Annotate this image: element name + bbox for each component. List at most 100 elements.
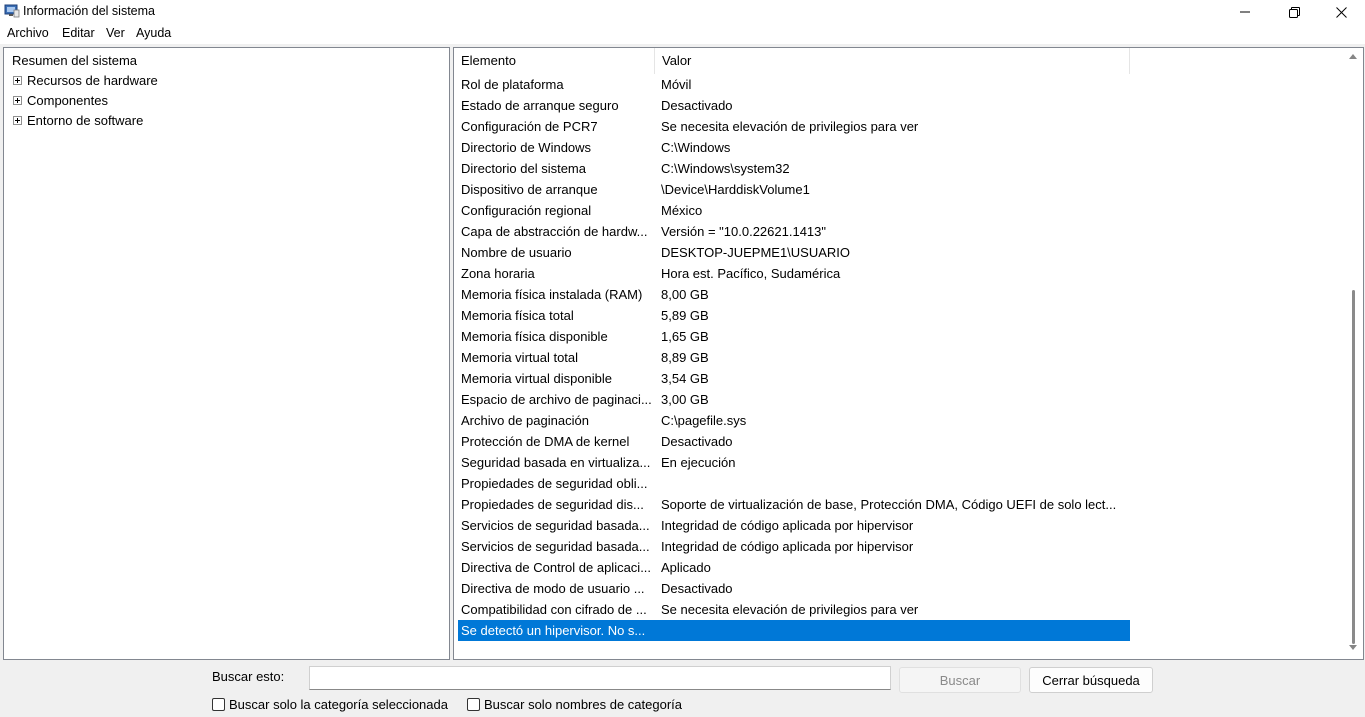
list-rows: Rol de plataforma Móvil Estado de arranque… (454, 74, 1130, 641)
tree-item-resumen[interactable]: Resumen del sistema (10, 50, 139, 70)
details-list[interactable]: Elemento Valor Rol de plataforma Móvil Est… (453, 47, 1364, 660)
expand-icon[interactable] (13, 95, 22, 105)
table-row[interactable]: Propiedades de seguridad obli... (454, 473, 1130, 494)
cell-value: \Device\HarddiskVolume1 (661, 182, 810, 197)
table-row[interactable]: Directorio del sistema C:\Windows\system3… (454, 158, 1130, 179)
table-row[interactable]: Memoria física instalada (RAM) 8,00 GB (454, 284, 1130, 305)
search-category-names-option[interactable]: Buscar solo nombres de categoría (467, 697, 682, 712)
menu-ver[interactable]: Ver (106, 26, 125, 40)
close-button[interactable] (1318, 0, 1364, 24)
cell-element: Rol de plataforma (461, 77, 564, 92)
cell-element: Memoria física total (461, 308, 574, 323)
table-row[interactable]: Directiva de modo de usuario ... Desactiv… (454, 578, 1130, 599)
system-information-icon (4, 4, 20, 18)
table-row[interactable]: Directiva de Control de aplicaci... Aplic… (454, 557, 1130, 578)
cell-value: Integridad de código aplicada por hiperv… (661, 518, 914, 533)
cell-element: Compatibilidad con cifrado de ... (461, 602, 647, 617)
title-bar: Información del sistema (0, 0, 1365, 24)
table-row[interactable]: Dispositivo de arranque \Device\HarddiskV… (454, 179, 1130, 200)
cell-element: Directorio de Windows (461, 140, 592, 155)
cell-element: Servicios de seguridad basada... (461, 539, 650, 554)
cell-element: Propiedades de seguridad obli... (461, 476, 648, 491)
minimize-button[interactable] (1222, 0, 1268, 24)
table-row[interactable]: Espacio de archivo de paginaci... 3,00 GB (454, 389, 1130, 410)
scroll-up-arrow-icon[interactable] (1349, 54, 1357, 59)
expand-icon[interactable] (13, 75, 22, 85)
cell-value: Se necesita elevación de privilegios par… (661, 119, 919, 134)
cell-value: Se necesita elevación de privilegios par… (661, 602, 919, 617)
search-input[interactable] (309, 666, 891, 690)
table-row[interactable]: Servicios de seguridad basada... Integrid… (454, 536, 1130, 557)
cell-element: Estado de arranque seguro (461, 98, 619, 113)
cell-value: Desactivado (661, 581, 733, 596)
tree-item-hardware[interactable]: Recursos de hardware (13, 70, 158, 90)
cell-element: Espacio de archivo de paginaci... (461, 392, 652, 407)
search-button[interactable]: Buscar (899, 667, 1021, 693)
cell-element: Dispositivo de arranque (461, 182, 598, 197)
cell-value: En ejecución (661, 455, 736, 470)
vertical-scrollbar[interactable] (1346, 48, 1361, 657)
cell-value: 5,89 GB (661, 308, 709, 323)
table-row[interactable]: Configuración regional México (454, 200, 1130, 221)
window-title: Información del sistema (23, 4, 156, 18)
table-row[interactable]: Propiedades de seguridad dis... Soporte d… (454, 494, 1130, 515)
cell-value: Hora est. Pacífico, Sudamérica (661, 266, 841, 281)
category-tree[interactable]: Resumen del sistema Recursos de hardware… (3, 47, 450, 660)
cell-element: Memoria física instalada (RAM) (461, 287, 643, 302)
scroll-down-arrow-icon[interactable] (1349, 645, 1357, 650)
table-row[interactable]: Compatibilidad con cifrado de ... Se nece… (454, 599, 1130, 620)
cell-element: Configuración regional (461, 203, 592, 218)
tree-item-label: Resumen del sistema (12, 52, 137, 68)
cell-element: Archivo de paginación (461, 413, 589, 428)
table-row[interactable]: Rol de plataforma Móvil (454, 74, 1130, 95)
checkbox-label: Buscar solo nombres de categoría (484, 697, 682, 712)
cell-element: Servicios de seguridad basada... (461, 518, 650, 533)
table-row[interactable]: Memoria física disponible 1,65 GB (454, 326, 1130, 347)
table-row[interactable]: Memoria virtual total 8,89 GB (454, 347, 1130, 368)
cell-value: C:\Windows (661, 140, 731, 155)
cell-value: DESKTOP-JUEPME1\USUARIO (661, 245, 851, 260)
cell-value: México (661, 203, 703, 218)
menu-editar[interactable]: Editar (62, 26, 95, 40)
cell-element: Directiva de Control de aplicaci... (461, 560, 652, 575)
tree-item-componentes[interactable]: Componentes (13, 90, 108, 110)
cell-element: Directiva de modo de usuario ... (461, 581, 645, 596)
table-row[interactable]: Estado de arranque seguro Desactivado (454, 95, 1130, 116)
table-row[interactable]: Capa de abstracción de hardw... Versión =… (454, 221, 1130, 242)
scrollbar-thumb[interactable] (1352, 290, 1355, 644)
table-row[interactable]: Memoria física total 5,89 GB (454, 305, 1130, 326)
cell-element: Protección de DMA de kernel (461, 434, 630, 449)
table-row[interactable]: Memoria virtual disponible 3,54 GB (454, 368, 1130, 389)
cell-value: 1,65 GB (661, 329, 709, 344)
menu-archivo[interactable]: Archivo (7, 26, 49, 40)
column-header-value[interactable]: Valor (655, 48, 1130, 74)
search-selected-category-option[interactable]: Buscar solo la categoría seleccionada (212, 697, 448, 712)
list-header: Elemento Valor (454, 48, 1130, 74)
cell-element: Configuración de PCR7 (461, 119, 598, 134)
expand-icon[interactable] (13, 115, 22, 125)
column-header-element[interactable]: Elemento (454, 48, 655, 74)
close-search-button[interactable]: Cerrar búsqueda (1029, 667, 1153, 693)
checkbox-label: Buscar solo la categoría seleccionada (229, 697, 448, 712)
table-row[interactable]: Servicios de seguridad basada... Integrid… (454, 515, 1130, 536)
table-row[interactable]: Seguridad basada en virtualiza... En ejec… (454, 452, 1130, 473)
table-row[interactable]: Protección de DMA de kernel Desactivado (454, 431, 1130, 452)
cell-value: 8,89 GB (661, 350, 709, 365)
cell-element: Propiedades de seguridad dis... (461, 497, 644, 512)
table-row[interactable]: Zona horaria Hora est. Pacífico, Sudaméri… (454, 263, 1130, 284)
menu-ayuda[interactable]: Ayuda (136, 26, 171, 40)
table-row[interactable]: Directorio de Windows C:\Windows (454, 137, 1130, 158)
table-row[interactable]: Nombre de usuario DESKTOP-JUEPME1\USUARIO (454, 242, 1130, 263)
table-row[interactable]: Archivo de paginación C:\pagefile.sys (454, 410, 1130, 431)
restore-button[interactable] (1271, 0, 1317, 24)
close-icon (1335, 6, 1347, 18)
cell-value: 8,00 GB (661, 287, 709, 302)
cell-value: Aplicado (661, 560, 711, 575)
search-selected-category-checkbox[interactable] (212, 698, 225, 711)
tree-item-software[interactable]: Entorno de software (13, 110, 143, 130)
search-category-names-checkbox[interactable] (467, 698, 480, 711)
cell-element: Memoria física disponible (461, 329, 608, 344)
table-row[interactable]: Configuración de PCR7 Se necesita elevaci… (454, 116, 1130, 137)
cell-value: Desactivado (661, 434, 733, 449)
table-row[interactable]: Se detectó un hipervisor. No s... (458, 620, 1130, 641)
